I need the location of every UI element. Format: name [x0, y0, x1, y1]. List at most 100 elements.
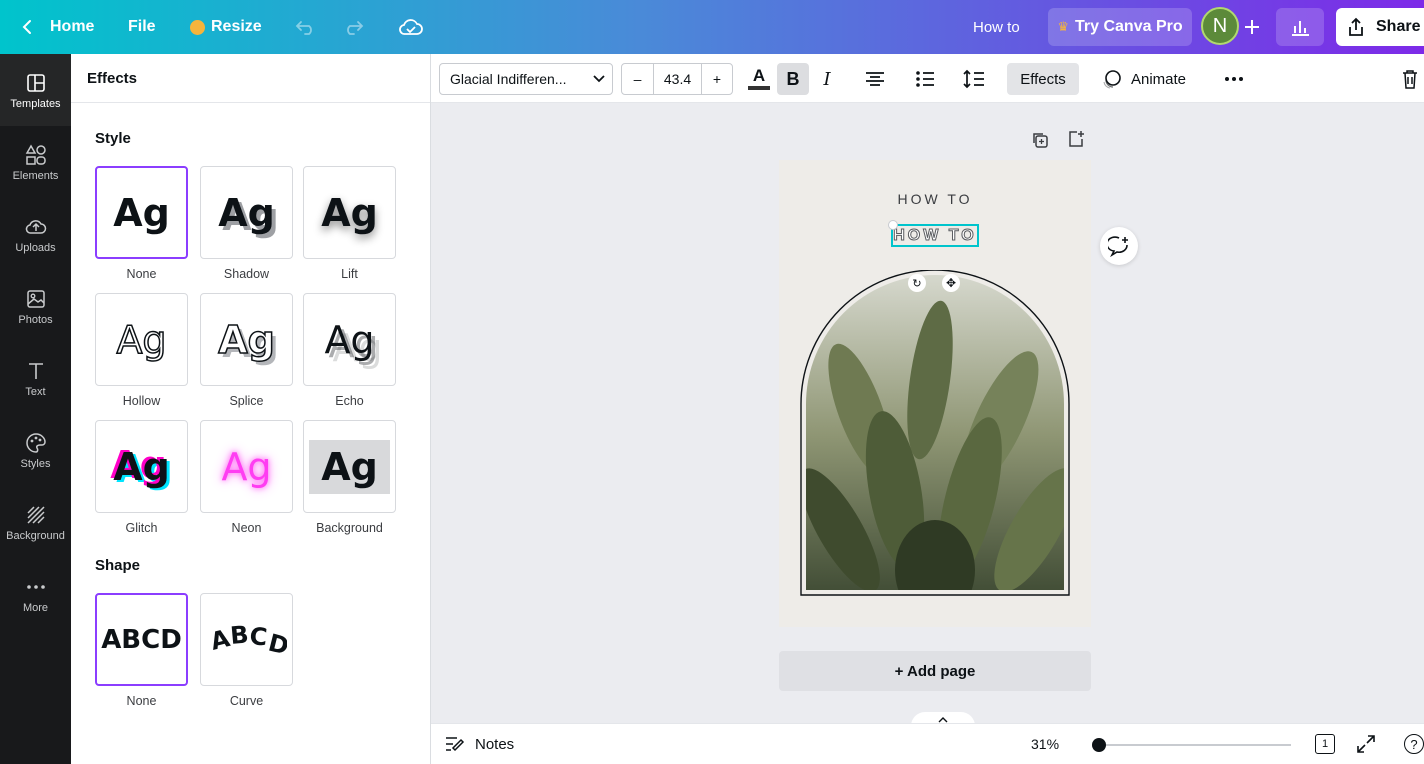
resize-button[interactable]: Resize	[190, 0, 262, 54]
redo-icon	[347, 21, 364, 35]
effects-button[interactable]: Effects	[1007, 63, 1079, 95]
cloud-save-button[interactable]	[398, 0, 424, 54]
text-color-button[interactable]: A	[743, 63, 775, 95]
cloud-check-icon	[399, 19, 423, 35]
fullscreen-button[interactable]	[1356, 734, 1376, 759]
sidebar-item-photos[interactable]: Photos	[0, 278, 71, 338]
duplicate-page-button[interactable]	[1031, 131, 1049, 154]
home-label: Home	[50, 18, 95, 35]
animate-label: Animate	[1131, 70, 1187, 88]
canvas-area: HOW TO HOW TO ↻ ✥ + Add page	[431, 103, 1424, 726]
invite-button[interactable]	[1236, 8, 1268, 46]
animate-button[interactable]: Animate	[1101, 63, 1193, 95]
effect-preview: Ag	[221, 444, 272, 489]
heading-text[interactable]: HOW TO	[779, 191, 1091, 207]
text-icon	[28, 363, 43, 379]
sidebar-item-uploads[interactable]: Uploads	[0, 206, 71, 266]
uploads-icon	[25, 220, 46, 234]
bar-chart-icon	[1292, 21, 1309, 36]
home-button[interactable]: Home	[20, 0, 94, 54]
page-count-button[interactable]: 1	[1315, 734, 1335, 754]
increase-font-size-button[interactable]: +	[702, 64, 732, 94]
resize-handle[interactable]	[888, 220, 898, 230]
sidebar-label: Elements	[12, 170, 59, 182]
shape-curve[interactable]: ABCD	[200, 593, 293, 686]
zoom-slider-thumb[interactable]	[1092, 738, 1106, 752]
effect-label: Splice	[229, 394, 264, 408]
zoom-level[interactable]: 31%	[1031, 724, 1059, 764]
help-button[interactable]: ?	[1404, 734, 1424, 754]
chevron-up-icon	[938, 716, 948, 722]
align-button[interactable]	[859, 63, 891, 95]
duplicate-icon	[1033, 133, 1048, 148]
zoom-slider-track[interactable]	[1101, 744, 1291, 746]
effect-shadow[interactable]: Ag	[200, 166, 293, 259]
sidebar-item-background[interactable]: Background	[0, 494, 71, 554]
design-page[interactable]: HOW TO HOW TO ↻ ✥	[779, 160, 1091, 627]
font-size-input[interactable]: 43.4	[654, 64, 702, 94]
plus-icon	[1245, 20, 1259, 34]
effect-label: Shadow	[223, 267, 270, 281]
bold-button[interactable]: B	[777, 63, 809, 95]
svg-text:ABCD: ABCD	[207, 620, 286, 660]
spacing-button[interactable]	[958, 63, 990, 95]
add-page-button[interactable]: + Add page	[779, 651, 1091, 691]
effect-hollow[interactable]: Ag	[95, 293, 188, 386]
effect-label: None	[126, 267, 157, 281]
effect-glitch[interactable]: Ag	[95, 420, 188, 513]
effect-splice[interactable]: Ag	[200, 293, 293, 386]
undo-button[interactable]	[295, 0, 317, 54]
delete-button[interactable]	[1399, 63, 1421, 95]
sidebar-label: Styles	[20, 458, 51, 470]
effect-neon[interactable]: Ag	[200, 420, 293, 513]
text-color-glyph: A	[752, 66, 766, 85]
sidebar-item-templates[interactable]: Templates	[0, 54, 71, 126]
effect-none[interactable]: Ag	[95, 166, 188, 259]
list-button[interactable]	[909, 63, 941, 95]
effect-preview: Ag	[218, 190, 275, 235]
font-family-dropdown[interactable]: Glacial Indifferen...	[439, 63, 613, 95]
comment-plus-icon	[1108, 236, 1128, 257]
redo-button[interactable]	[342, 0, 364, 54]
arched-photo-frame[interactable]	[800, 270, 1070, 600]
notes-button[interactable]: Notes	[445, 724, 514, 764]
rotate-handle[interactable]: ↻	[908, 274, 926, 292]
resize-label: Resize	[211, 18, 262, 35]
sidebar-item-more[interactable]: More	[0, 566, 71, 626]
background-icon	[26, 506, 45, 524]
move-handle[interactable]: ✥	[942, 274, 960, 292]
add-page-icon	[1069, 131, 1084, 147]
sidebar-item-text[interactable]: Text	[0, 350, 71, 410]
file-menu[interactable]: File	[128, 0, 156, 54]
effect-lift[interactable]: Ag	[303, 166, 396, 259]
chevron-down-icon	[593, 75, 605, 83]
effect-preview: Ag	[217, 317, 275, 362]
notes-label: Notes	[475, 735, 515, 753]
effect-label: Echo	[335, 394, 364, 408]
italic-button[interactable]: I	[811, 63, 843, 95]
left-sidebar: Templates Elements Uploads Photos Text S…	[0, 54, 71, 764]
shape-none[interactable]: ABCD	[95, 593, 188, 686]
add-comment-button[interactable]	[1100, 227, 1138, 265]
panel-title: Effects	[71, 54, 430, 103]
templates-icon	[26, 74, 45, 92]
effects-panel: Effects Style Ag None Ag Shadow Ag Lift …	[71, 54, 431, 764]
font-size-stepper: – 43.4 +	[621, 63, 733, 95]
more-options-button[interactable]	[1218, 63, 1250, 95]
avatar[interactable]: N	[1201, 7, 1239, 45]
more-icon	[26, 585, 45, 589]
share-button[interactable]: Share	[1336, 8, 1424, 46]
try-canva-pro-button[interactable]: ♛ Try Canva Pro	[1048, 8, 1192, 46]
line-spacing-icon	[963, 69, 984, 89]
insights-button[interactable]	[1276, 8, 1324, 46]
effect-background[interactable]: Ag	[303, 420, 396, 513]
document-title[interactable]: How to	[973, 0, 1020, 54]
decrease-font-size-button[interactable]: –	[622, 64, 654, 94]
effect-echo[interactable]: Ag	[303, 293, 396, 386]
sidebar-item-styles[interactable]: Styles	[0, 422, 71, 482]
selected-text-box[interactable]: HOW TO	[888, 220, 979, 247]
sidebar-item-elements[interactable]: Elements	[0, 134, 71, 194]
add-page-icon-button[interactable]	[1067, 130, 1085, 153]
crown-icon	[190, 19, 205, 35]
selected-text: HOW TO	[893, 226, 977, 244]
